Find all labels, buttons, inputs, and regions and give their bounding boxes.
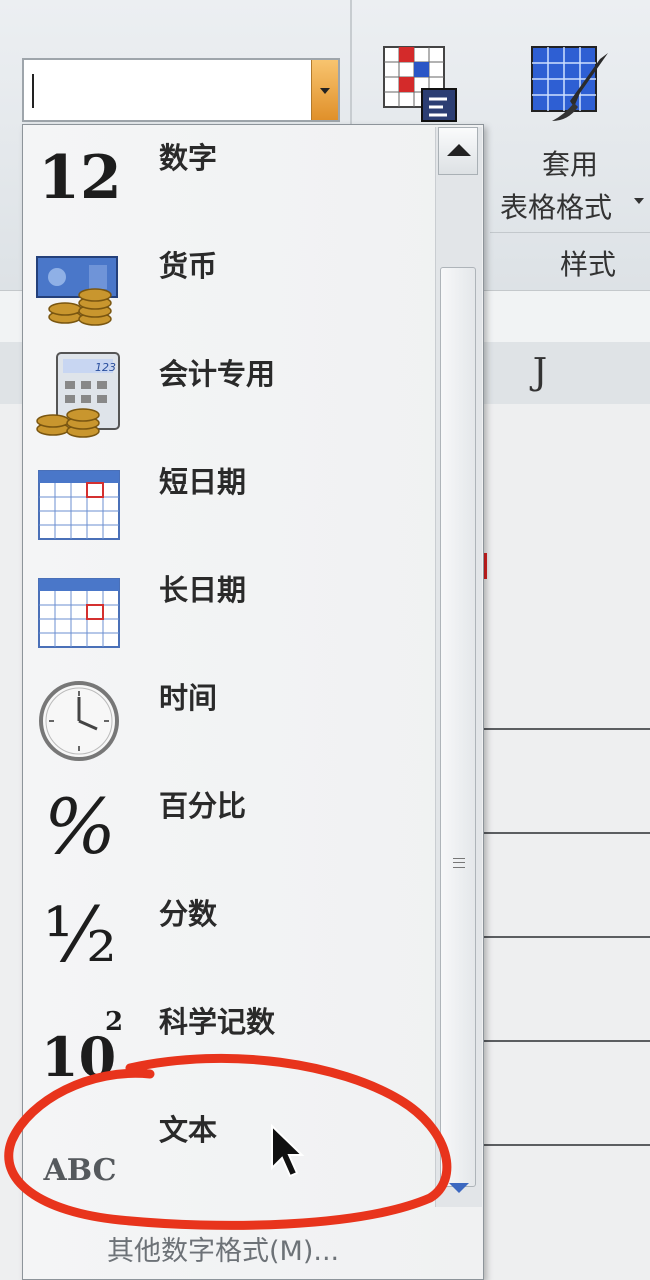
format-item-label: 会计专用 xyxy=(159,357,276,391)
scroll-thumb[interactable] xyxy=(440,267,476,1187)
conditional-formatting-icon[interactable] xyxy=(382,45,462,125)
more-number-formats-link[interactable]: 其他数字格式(M)... xyxy=(107,1229,339,1268)
abc-glyph: ABC xyxy=(43,1152,117,1188)
cell-red-text-fragment xyxy=(484,553,499,579)
format-item-label: 科学记数 xyxy=(159,1005,276,1039)
long-date-calendar-icon xyxy=(38,578,120,648)
row-gridline xyxy=(480,728,650,730)
scientific-exponent-glyph: 2 xyxy=(105,1007,124,1037)
text-caret xyxy=(32,74,34,108)
number-format-dropdown: 12 数字 货币 123 会计专用 短日期 长日期 时间 % 百分比 ½ 分数 … xyxy=(22,124,484,1280)
format-item-label: 短日期 xyxy=(159,465,247,499)
fraction-icon: ½ xyxy=(35,889,125,979)
format-item-scientific[interactable]: 10 2 科学记数 xyxy=(23,989,433,1097)
format-item-accounting[interactable]: 123 会计专用 xyxy=(23,341,433,449)
row-gridline xyxy=(480,1040,650,1042)
accounting-icon-digits: 123 xyxy=(95,361,116,374)
format-item-label: 百分比 xyxy=(159,789,247,823)
clock-icon xyxy=(39,681,119,761)
number-format-combobox[interactable] xyxy=(22,58,340,122)
format-item-text[interactable]: ABC 文本 xyxy=(23,1097,433,1205)
mouse-pointer-icon xyxy=(271,1124,305,1178)
row-gridline xyxy=(480,936,650,938)
percent-icon: % xyxy=(35,781,125,871)
format-item-long-date[interactable]: 长日期 xyxy=(23,557,433,665)
format-item-time[interactable]: 时间 xyxy=(23,665,433,773)
styles-group-label: 样式 xyxy=(560,248,617,281)
group-divider xyxy=(490,232,650,233)
currency-icon xyxy=(36,256,118,326)
number-glyph: 12 xyxy=(38,143,122,213)
scientific-icon: 10 2 xyxy=(35,997,125,1089)
format-item-label: 货币 xyxy=(159,249,218,283)
fraction-glyph: ½ xyxy=(43,889,117,979)
format-item-number[interactable]: 12 数字 xyxy=(23,125,433,233)
row-gridline xyxy=(480,832,650,834)
format-item-label: 数字 xyxy=(159,141,218,175)
text-abc-icon: ABC xyxy=(35,1105,125,1195)
format-as-table-label-line2[interactable]: 表格格式 xyxy=(500,186,612,226)
format-item-fraction[interactable]: ½ 分数 xyxy=(23,881,433,989)
format-as-table-icon[interactable] xyxy=(530,45,612,127)
format-item-percentage[interactable]: % 百分比 xyxy=(23,773,433,881)
short-date-calendar-icon xyxy=(38,470,120,540)
dropdown-scrollbar[interactable] xyxy=(435,127,482,1207)
scroll-down-arrow-icon[interactable] xyxy=(449,1183,469,1193)
format-item-short-date[interactable]: 短日期 xyxy=(23,449,433,557)
column-header-j[interactable]: J xyxy=(520,352,560,393)
row-gridline xyxy=(480,1144,650,1146)
format-item-label: 长日期 xyxy=(159,573,247,607)
format-item-label: 分数 xyxy=(159,897,218,931)
combo-dropdown-arrow-button[interactable] xyxy=(311,60,338,120)
format-item-label: 文本 xyxy=(159,1113,218,1147)
format-item-label: 时间 xyxy=(159,681,218,715)
format-item-currency[interactable]: 货币 xyxy=(23,233,433,341)
grip-icon xyxy=(453,858,465,868)
number-12-icon: 12 xyxy=(35,133,125,223)
scroll-up-button[interactable] xyxy=(438,127,478,175)
chevron-down-icon xyxy=(634,198,644,204)
format-as-table-label-line1: 套用 xyxy=(542,148,599,181)
percent-glyph: % xyxy=(43,781,117,871)
